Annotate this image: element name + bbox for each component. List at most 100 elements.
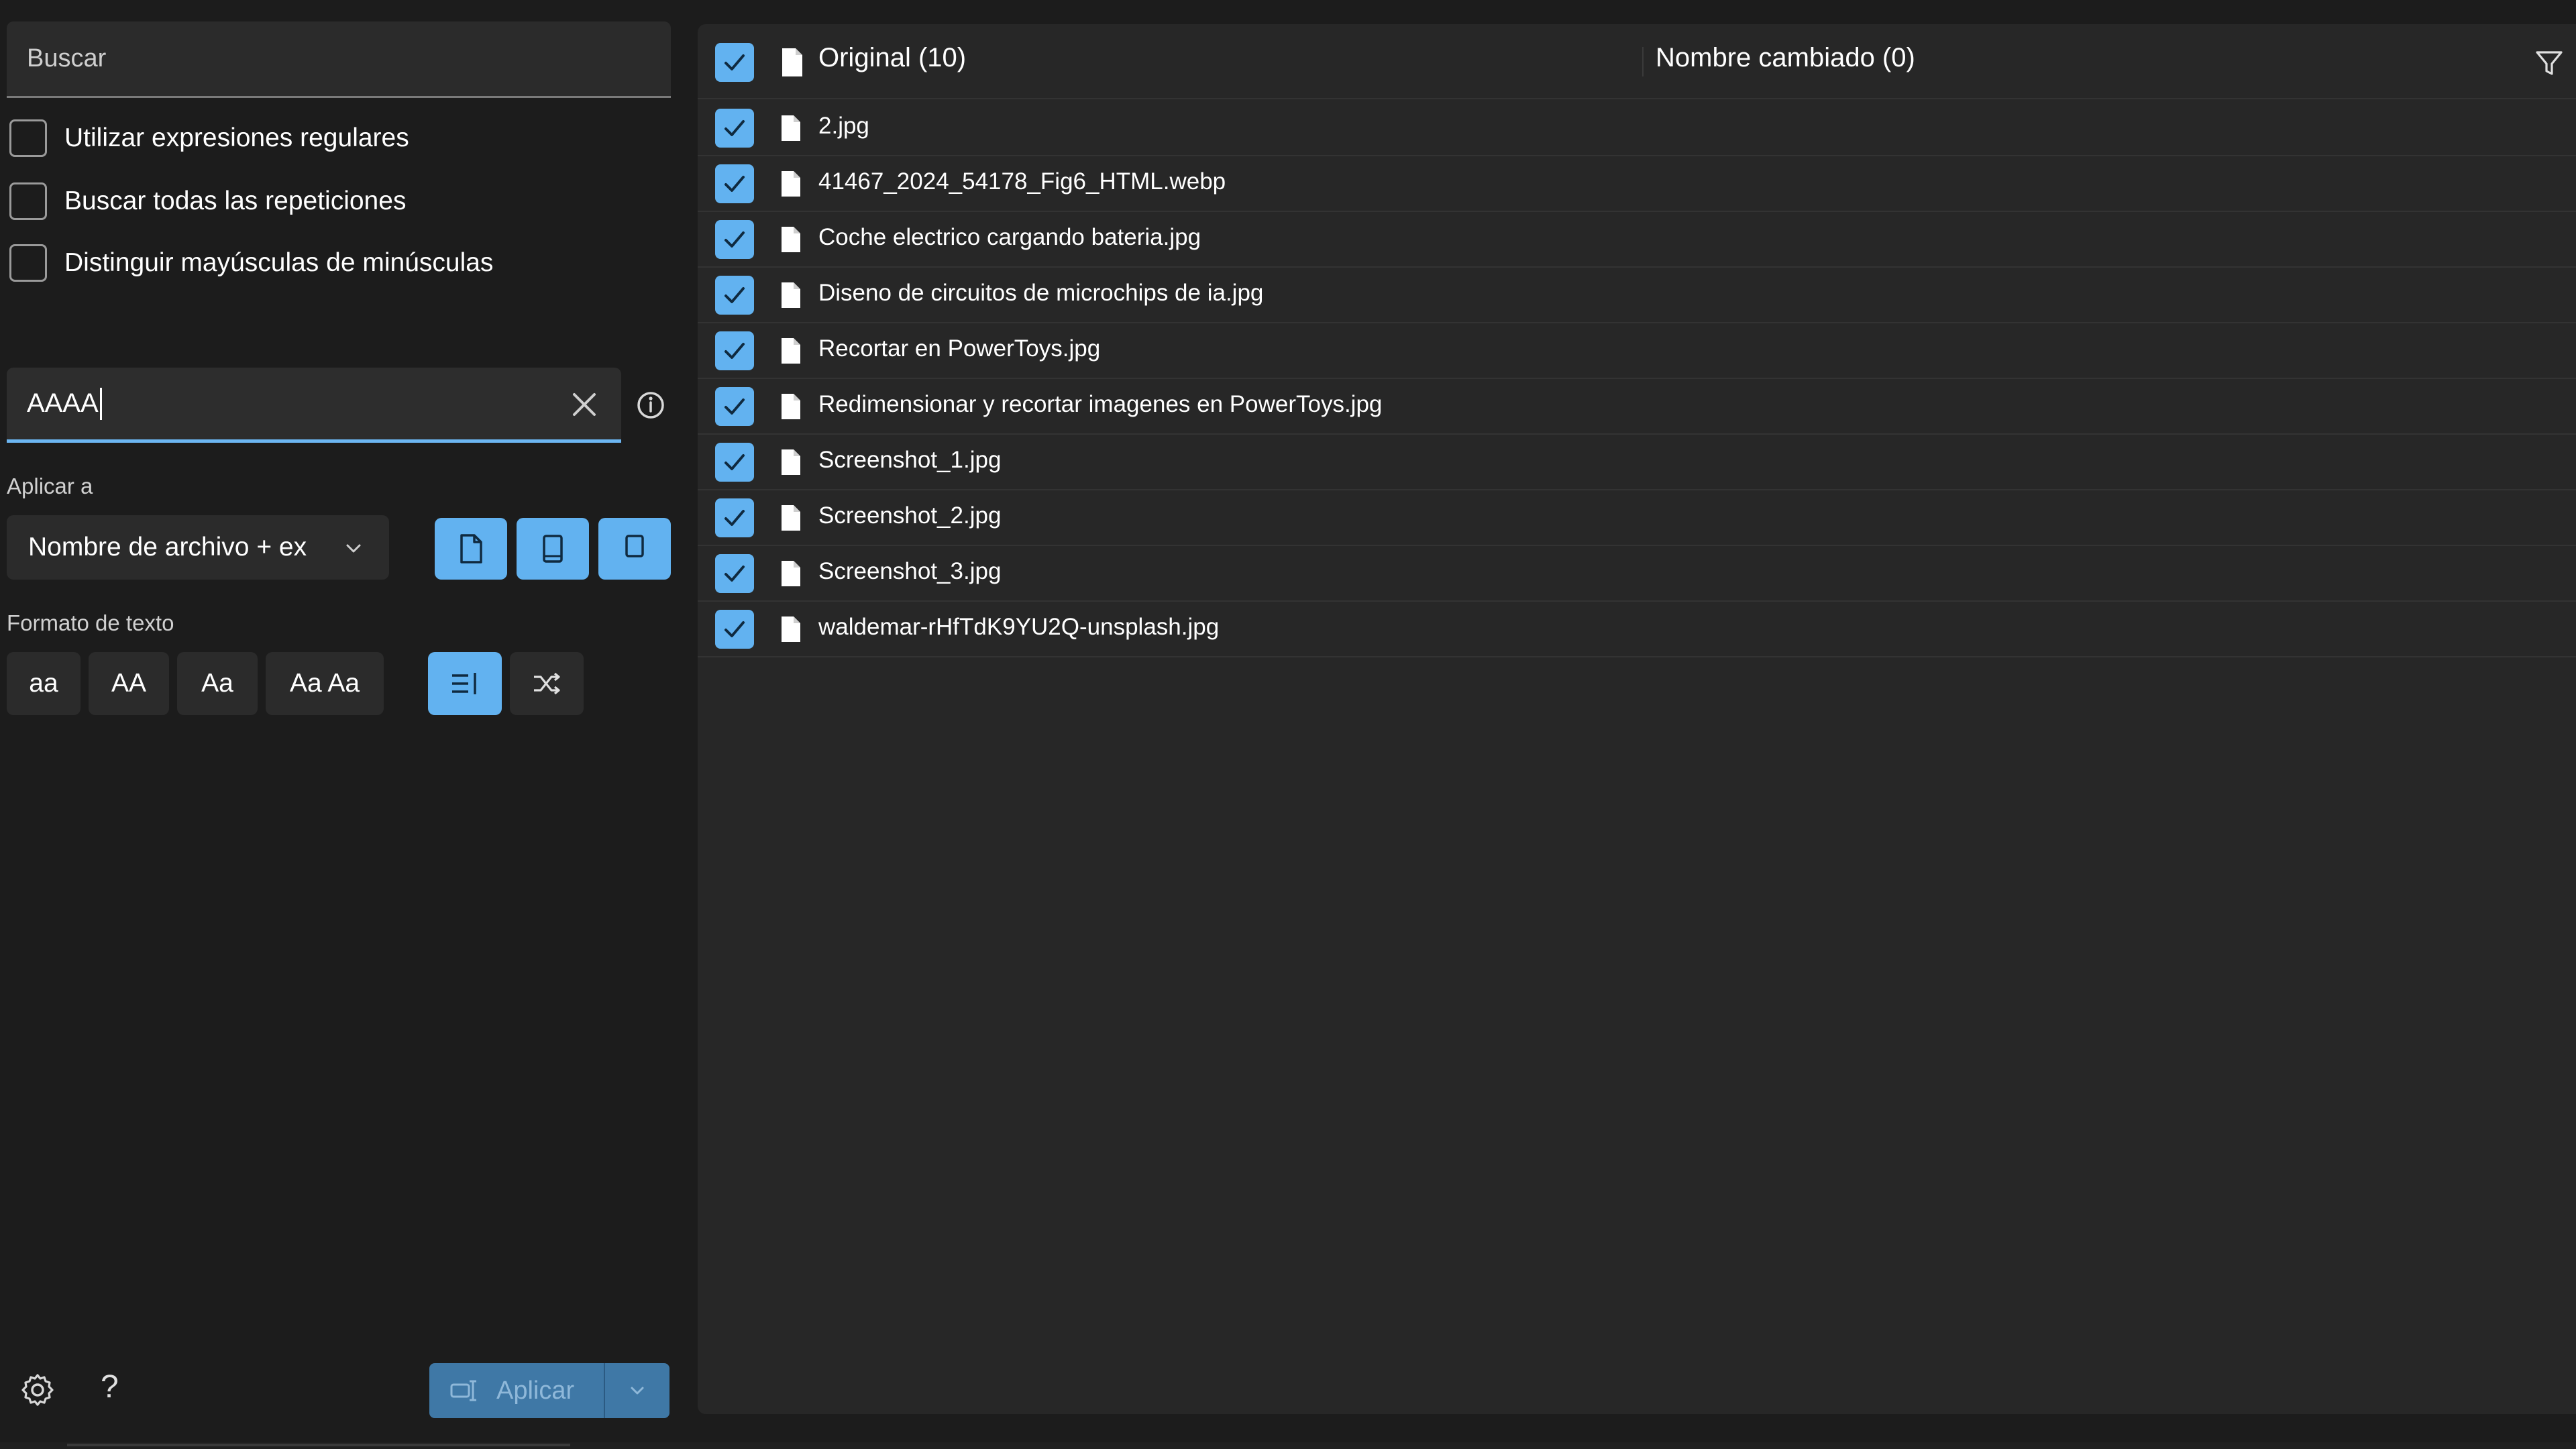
file-checkbox[interactable] [715,387,754,426]
option-use-regex[interactable]: Utilizar expresiones regulares [9,118,409,158]
match-all-checkbox[interactable] [9,182,47,220]
file-icon [782,394,800,419]
option-match-all[interactable]: Buscar todas las repeticiones [9,181,406,221]
file-icon [782,505,800,531]
option-label: Buscar todas las repeticiones [64,186,407,215]
file-name: Redimensionar y recortar imagenes en Pow… [818,391,1383,417]
capitalize-words-label: Aa Aa [289,669,360,698]
include-files-button[interactable] [435,518,507,580]
file-checkbox[interactable] [715,109,754,148]
column-divider [1642,47,1644,76]
text-format-label: Formato de texto [7,610,174,635]
file-icon [782,449,800,475]
file-name: Coche electrico cargando bateria.jpg [818,224,1201,250]
shuffle-icon [534,672,560,695]
apply-split-button: Aplicar [429,1363,669,1418]
settings-gear-icon[interactable] [19,1371,56,1409]
apply-to-dropdown[interactable]: Nombre de archivo + ex [7,515,389,580]
taskbar-edge [0,1442,2576,1449]
file-row[interactable]: 41467_2024_54178_Fig6_HTML.webp [698,156,2576,212]
file-icon [782,227,800,252]
file-row[interactable]: waldemar-rHfTdK9YU2Q-unsplash.jpg [698,602,2576,657]
checkmark-icon [724,54,745,70]
replace-value: AAAA [27,388,99,418]
enumerate-items-button[interactable] [428,652,502,715]
file-checkbox[interactable] [715,443,754,482]
file-checkbox[interactable] [715,554,754,593]
file-icon [782,338,800,364]
search-placeholder: Buscar [27,44,107,72]
file-checkbox[interactable] [715,276,754,315]
option-case-sensitive[interactable]: Distinguir mayúsculas de minúsculas [9,243,493,283]
renamed-column-header[interactable]: Nombre cambiado (0) [1656,43,1915,73]
replace-input[interactable]: AAAA [7,368,621,443]
file-name: Recortar en PowerToys.jpg [818,335,1101,362]
checkmark-icon [724,231,745,248]
apply-options-button[interactable] [605,1363,669,1418]
info-icon[interactable] [633,388,668,423]
filter-icon[interactable] [2533,47,2565,79]
randomize-button[interactable] [510,652,584,715]
apply-label: Aplicar [496,1376,575,1405]
powerrename-window: Buscar Utilizar expresiones regulares Bu… [0,0,2576,1449]
original-column-header[interactable]: Original (10) [818,43,966,73]
file-checkbox[interactable] [715,498,754,537]
file-checkbox[interactable] [715,164,754,203]
titlecase-button[interactable]: Aa [177,652,258,715]
left-panel: Buscar Utilizar expresiones regulares Bu… [0,0,691,1449]
file-icon [782,282,800,308]
checkmark-icon [724,343,745,359]
checkmark-icon [724,287,745,303]
uppercase-label: AA [111,669,147,698]
file-name: 2.jpg [818,113,869,139]
help-button[interactable]: ? [101,1368,119,1405]
file-checkbox[interactable] [715,610,754,649]
file-name: waldemar-rHfTdK9YU2Q-unsplash.jpg [818,614,1220,640]
case-sensitive-checkbox[interactable] [9,244,47,282]
file-row[interactable]: Redimensionar y recortar imagenes en Pow… [698,379,2576,435]
file-name: Screenshot_3.jpg [818,558,1002,584]
file-icon [460,534,482,564]
checkmark-icon [724,621,745,637]
file-icon [782,115,800,141]
include-folders-button[interactable] [517,518,589,580]
file-row[interactable]: Diseno de circuitos de microchips de ia.… [698,268,2576,323]
file-row[interactable]: Coche electrico cargando bateria.jpg [698,212,2576,268]
file-checkbox[interactable] [715,220,754,259]
capitalize-words-button[interactable]: Aa Aa [266,652,384,715]
chevron-down-icon [346,544,361,553]
option-label: Distinguir mayúsculas de minúsculas [64,248,494,277]
checkmark-icon [724,398,745,415]
folder-icon [543,535,563,563]
file-name: 41467_2024_54178_Fig6_HTML.webp [818,168,1226,195]
file-row[interactable]: Screenshot_2.jpg [698,490,2576,546]
numbered-list-icon [452,673,476,694]
lowercase-button[interactable]: aa [7,652,80,715]
apply-to-selected: Nombre de archivo + ex [28,533,307,561]
apply-to-label: Aplicar a [7,474,93,498]
titlecase-label: Aa [201,669,233,698]
file-icon [782,616,800,642]
file-name: Screenshot_2.jpg [818,502,1002,529]
checkmark-icon [724,566,745,582]
uppercase-button[interactable]: AA [89,652,169,715]
chevron-down-icon [631,1387,644,1395]
file-checkbox[interactable] [715,331,754,370]
file-list: 2.jpg 41467_2024_54178_Fig6_HTML.webp Coch… [698,101,2576,657]
file-icon [782,171,800,197]
clear-icon[interactable] [568,388,601,421]
option-label: Utilizar expresiones regulares [64,123,409,152]
apply-button[interactable]: Aplicar [429,1363,604,1418]
file-row[interactable]: 2.jpg [698,101,2576,156]
file-row[interactable]: Recortar en PowerToys.jpg [698,323,2576,379]
include-subfolders-button[interactable] [598,518,671,580]
file-name: Screenshot_1.jpg [818,447,1002,473]
text-caret [99,387,102,420]
select-all-checkbox[interactable] [715,43,754,82]
file-list-panel: Original (10) Nombre cambiado (0) 2.jpg 4… [698,24,2576,1414]
lowercase-label: aa [29,669,58,698]
file-row[interactable]: Screenshot_1.jpg [698,435,2576,490]
file-row[interactable]: Screenshot_3.jpg [698,546,2576,602]
search-input[interactable]: Buscar [7,21,671,98]
regex-checkbox[interactable] [9,119,47,157]
